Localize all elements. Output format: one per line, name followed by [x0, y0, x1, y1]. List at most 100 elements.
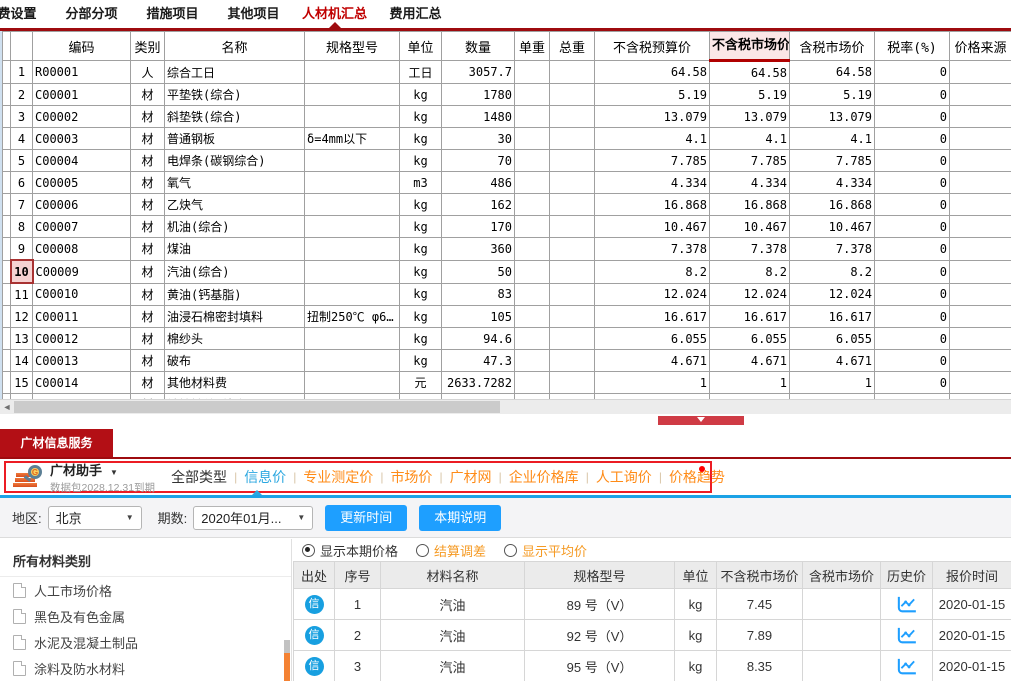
cell-code[interactable]: R00001	[33, 61, 131, 84]
cell-market-price[interactable]: 4.334	[710, 172, 790, 194]
period-select[interactable]: 2020年01月...▼	[193, 506, 313, 530]
cell-spec[interactable]	[305, 172, 400, 194]
cell-price-source[interactable]	[950, 106, 1011, 128]
cell-tax-rate[interactable]: 0	[875, 150, 950, 172]
cell-price-taxed[interactable]	[803, 589, 881, 620]
period-note-button[interactable]: 本期说明	[419, 505, 501, 531]
info-badge-icon[interactable]: 信	[305, 595, 324, 614]
cell-unit-weight[interactable]	[515, 128, 550, 150]
cell-unit-weight[interactable]	[515, 283, 550, 306]
cell-category[interactable]: 材	[131, 150, 165, 172]
col-header-不含税预算价[interactable]: 不含税预算价	[595, 32, 710, 61]
col-header-含税市场价[interactable]: 含税市场价	[790, 32, 875, 61]
cell-total-weight[interactable]	[550, 106, 595, 128]
cell-quantity[interactable]: 162	[442, 194, 515, 216]
cell-code[interactable]: C00012	[33, 328, 131, 350]
tab-guangcai-service[interactable]: 广材信息服务	[0, 429, 113, 457]
nav-item-企业价格库[interactable]: 企业价格库	[509, 467, 579, 487]
cell-tax-rate[interactable]: 0	[875, 328, 950, 350]
cell-unit[interactable]: kg	[400, 150, 442, 172]
cell-name[interactable]: 综合工日	[165, 61, 305, 84]
cell-budget-price[interactable]: 6.055	[595, 328, 710, 350]
cell-code[interactable]: C00009	[33, 260, 131, 283]
cell-taxed-price[interactable]: 16.868	[790, 194, 875, 216]
row-number[interactable]: 6	[11, 172, 33, 194]
nav-item-全部类型[interactable]: 全部类型	[171, 467, 227, 487]
cell-name[interactable]: 氧气	[165, 172, 305, 194]
cell-spec[interactable]	[305, 61, 400, 84]
radio-label-显示本期价格[interactable]: 显示本期价格	[320, 541, 398, 560]
cell-taxed-price[interactable]: 13.079	[790, 106, 875, 128]
col-header-编码[interactable]: 编码	[33, 32, 131, 61]
cell-name[interactable]: 电焊条(碳钢综合)	[165, 150, 305, 172]
cell-tax-rate[interactable]: 0	[875, 216, 950, 238]
col-header-单重[interactable]: 单重	[515, 32, 550, 61]
cell-market-price[interactable]: 12.024	[710, 283, 790, 306]
radio-结算调差[interactable]	[416, 544, 429, 557]
cell-unit-weight[interactable]	[515, 172, 550, 194]
cell-unit[interactable]: m3	[400, 172, 442, 194]
nav-item-价格趋势[interactable]: 价格趋势	[669, 467, 725, 487]
cell-name[interactable]: 机油(综合)	[165, 216, 305, 238]
cell-total-weight[interactable]	[550, 283, 595, 306]
assistant-name-block[interactable]: 广材助手▼ 数据包2028.12.31到期	[50, 460, 155, 495]
cell-total-weight[interactable]	[550, 372, 595, 394]
radio-label-显示平均价[interactable]: 显示平均价	[522, 541, 587, 560]
cell-material-name[interactable]: 汽油	[381, 651, 525, 681]
info-badge-icon[interactable]: 信	[305, 626, 324, 645]
cell-tax-rate[interactable]: 0	[875, 172, 950, 194]
cell-tax-rate[interactable]: 0	[875, 260, 950, 283]
cell-code[interactable]: C00005	[33, 172, 131, 194]
cell-category[interactable]: 材	[131, 283, 165, 306]
cell-unit[interactable]: kg	[400, 106, 442, 128]
region-select[interactable]: 北京▼	[48, 506, 142, 530]
cell-code[interactable]: C00010	[33, 283, 131, 306]
cell-market-price[interactable]: 64.58	[710, 61, 790, 84]
col-header-名称[interactable]: 名称	[165, 32, 305, 61]
row-number[interactable]: 7	[11, 194, 33, 216]
cell-spec[interactable]	[305, 84, 400, 106]
cell-taxed-price[interactable]: 5.19	[790, 84, 875, 106]
cell-spec[interactable]	[305, 194, 400, 216]
cell-taxed-price[interactable]: 7.785	[790, 150, 875, 172]
cell-quantity[interactable]: 30	[442, 128, 515, 150]
cell-name[interactable]: 斜垫铁(综合)	[165, 106, 305, 128]
cell-code[interactable]: C00014	[33, 372, 131, 394]
cell-spec[interactable]	[305, 372, 400, 394]
cell-unit-weight[interactable]	[515, 194, 550, 216]
cell-spec[interactable]	[305, 238, 400, 261]
cell-taxed-price[interactable]: 12.024	[790, 283, 875, 306]
cell-price-source[interactable]	[950, 372, 1011, 394]
cell-unit[interactable]: 元	[400, 372, 442, 394]
cell-budget-price[interactable]: 16.868	[595, 194, 710, 216]
cell-unit-weight[interactable]	[515, 106, 550, 128]
cell-name[interactable]: 平垫铁(综合)	[165, 84, 305, 106]
cell-price-source[interactable]	[950, 194, 1011, 216]
cell-history-price[interactable]	[881, 620, 933, 651]
cell-tax-rate[interactable]: 0	[875, 106, 950, 128]
cell-budget-price[interactable]: 64.58	[595, 61, 710, 84]
cell-category[interactable]: 材	[131, 194, 165, 216]
cell-category[interactable]: 材	[131, 106, 165, 128]
cell-taxed-price[interactable]: 8.2	[790, 260, 875, 283]
cell-price-source[interactable]	[950, 150, 1011, 172]
update-time-button[interactable]: 更新时间	[325, 505, 407, 531]
row-number[interactable]: 4	[11, 128, 33, 150]
cell-taxed-price[interactable]: 4.1	[790, 128, 875, 150]
cell-spec[interactable]: 95 号（V）	[525, 651, 675, 681]
cell-price-source[interactable]	[950, 306, 1011, 328]
cell-taxed-price[interactable]: 6.055	[790, 328, 875, 350]
row-number[interactable]: 8	[11, 216, 33, 238]
panel-collapse-handle[interactable]	[658, 416, 744, 425]
col-header-价格来源[interactable]: 价格来源	[950, 32, 1011, 61]
cell-code[interactable]: C00001	[33, 84, 131, 106]
cell-name[interactable]: 汽油(综合)	[165, 260, 305, 283]
cell-price-source[interactable]	[950, 283, 1011, 306]
cell-budget-price[interactable]: 7.378	[595, 238, 710, 261]
cell-price-no-tax[interactable]: 7.45	[717, 589, 803, 620]
cell-unit[interactable]: kg	[400, 306, 442, 328]
cell-quantity[interactable]: 70	[442, 150, 515, 172]
cell-tax-rate[interactable]: 0	[875, 61, 950, 84]
cell-total-weight[interactable]	[550, 350, 595, 372]
cell-name[interactable]: 棉纱头	[165, 328, 305, 350]
